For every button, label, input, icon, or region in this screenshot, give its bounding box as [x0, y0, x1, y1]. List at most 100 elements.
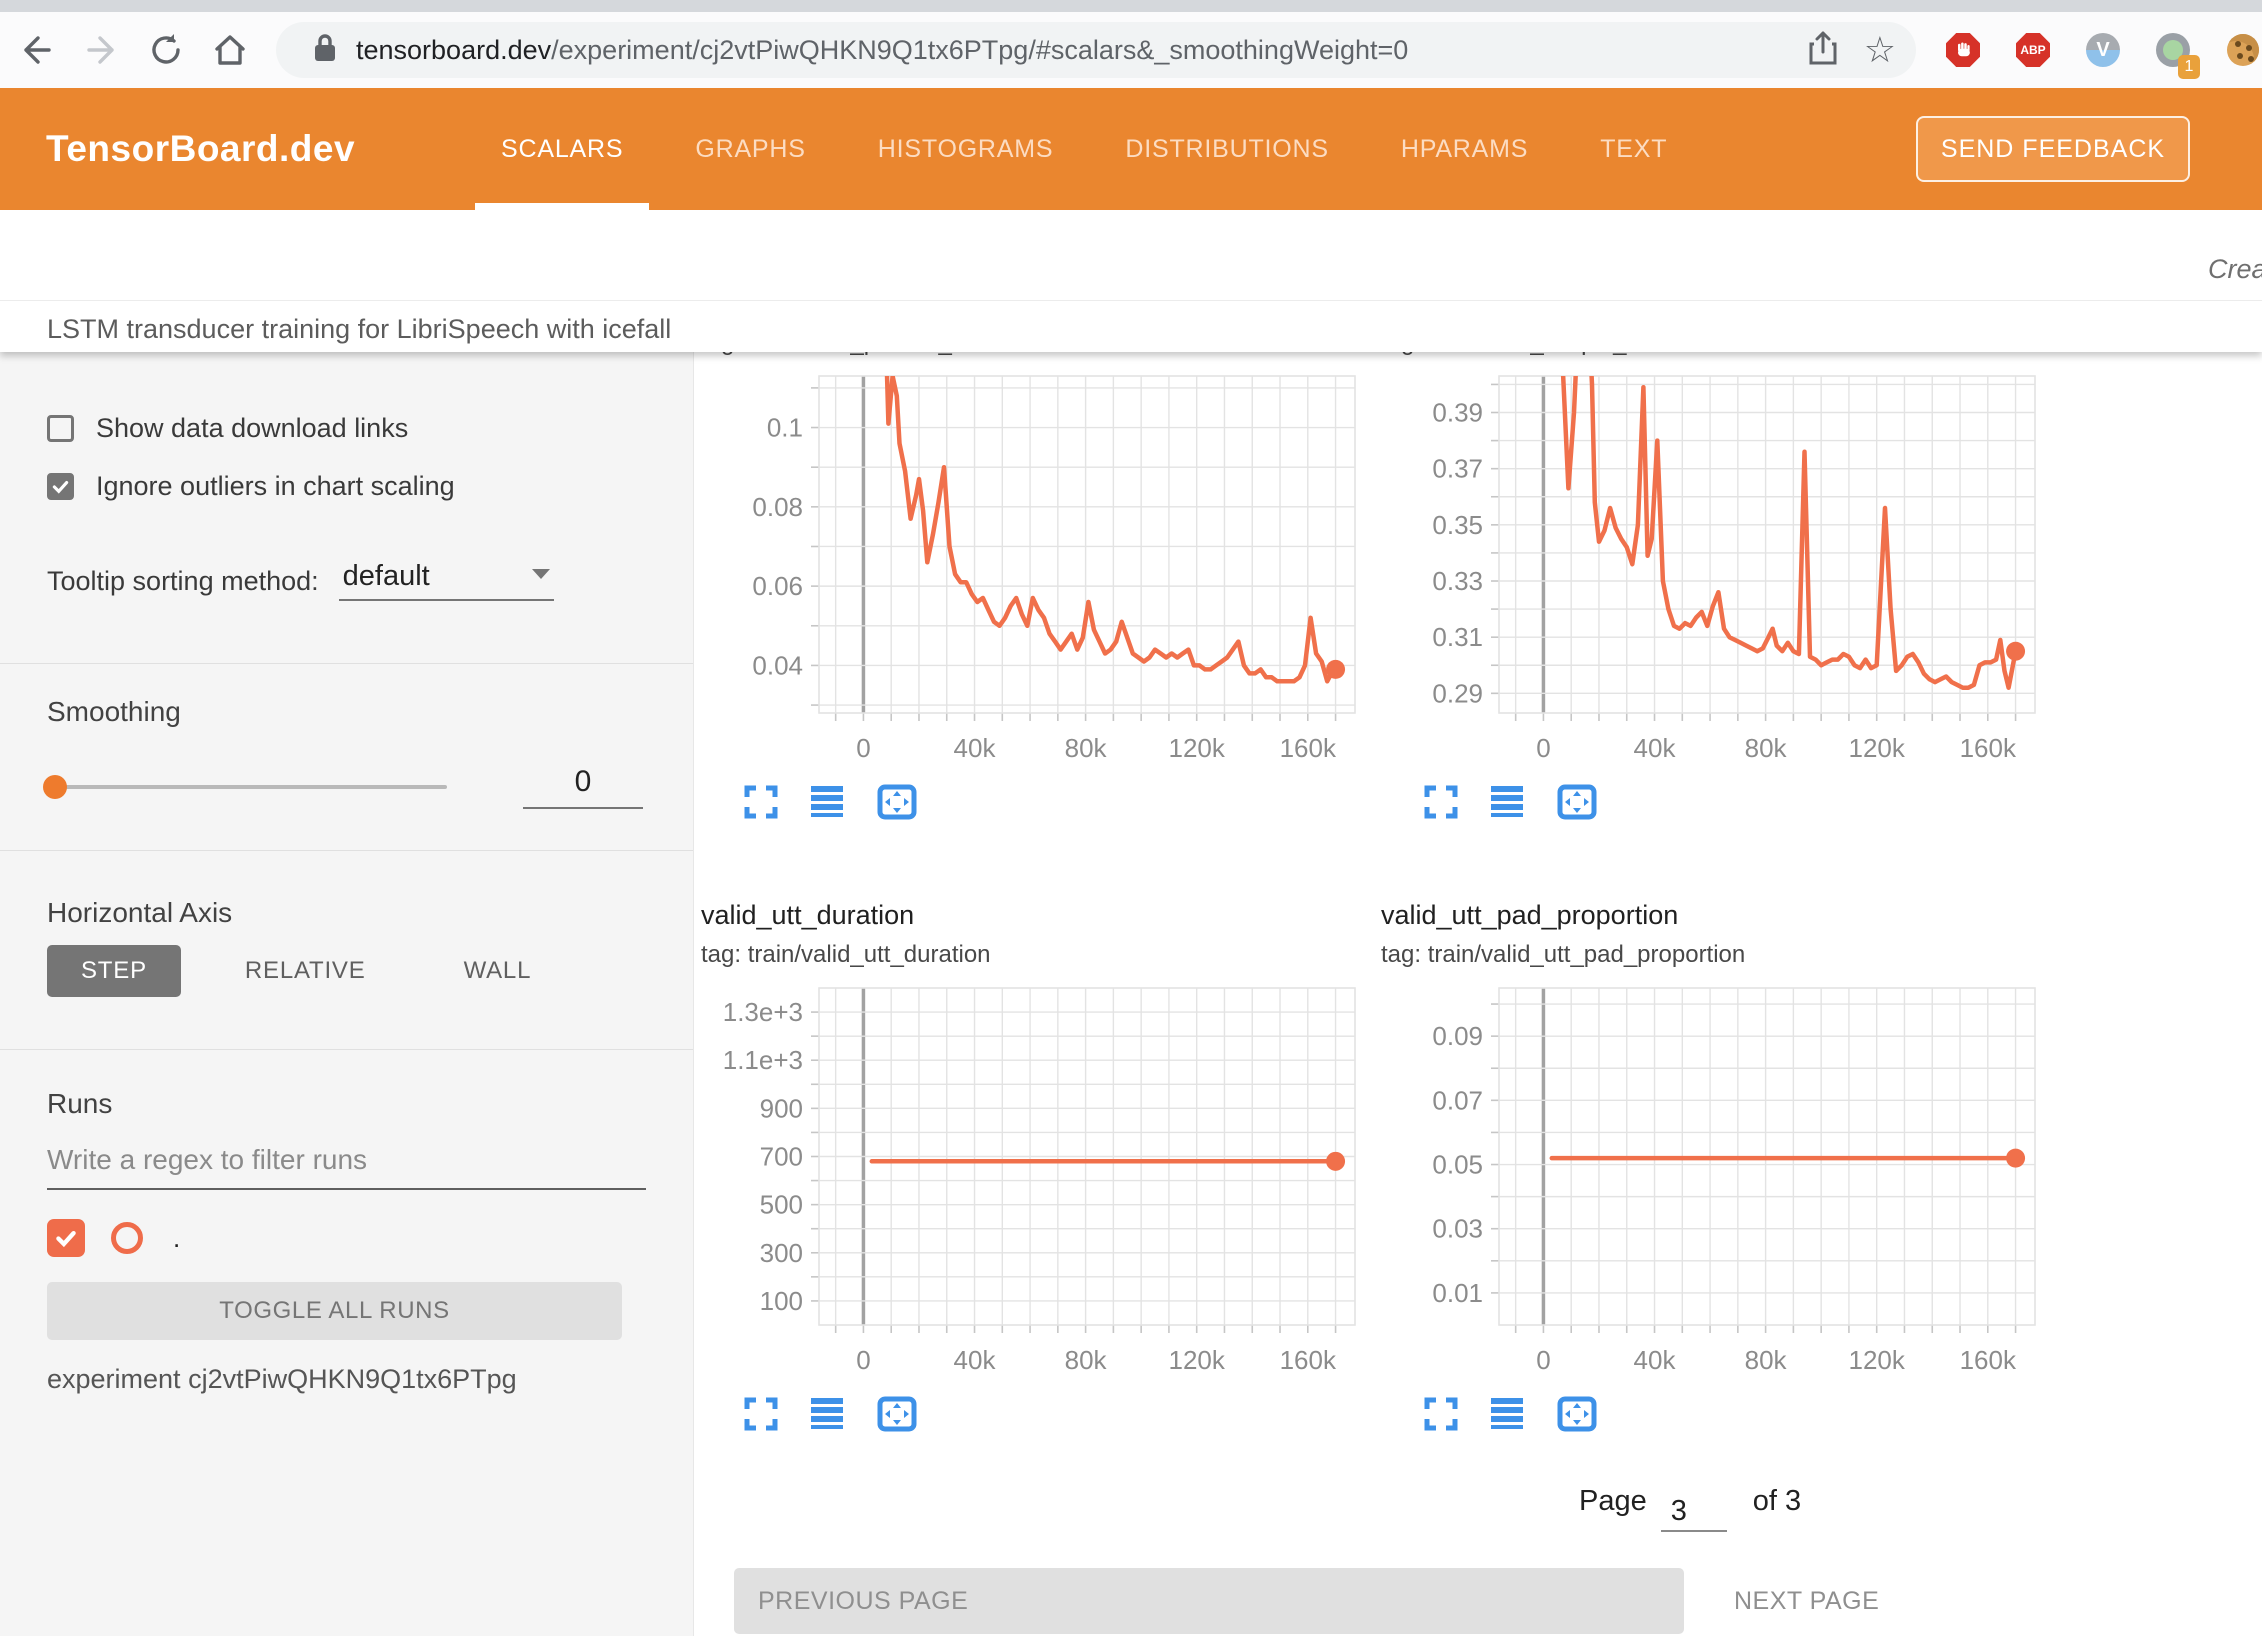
- url-bar[interactable]: tensorboard.dev/experiment/cj2vtPiwQHKN9…: [276, 22, 1916, 78]
- svg-text:80k: 80k: [1745, 733, 1788, 763]
- smoothing-label: Smoothing: [47, 696, 646, 728]
- chart-card-valid-utt-pad-proportion: valid_utt_pad_proportion tag: train/vali…: [1381, 898, 2041, 1436]
- browser-home-button[interactable]: [210, 30, 250, 70]
- chart-card-valid-pruned-loss: valid_pruned_loss tag: train/valid_prune…: [701, 352, 1361, 824]
- run-list-item[interactable]: .: [47, 1216, 646, 1260]
- axis-wall-button[interactable]: WALL: [430, 945, 566, 997]
- svg-text:1.3e+3: 1.3e+3: [723, 997, 803, 1027]
- pan-zoom-icon[interactable]: [1557, 784, 1597, 820]
- tab-text[interactable]: TEXT: [1564, 88, 1703, 210]
- axis-step-button[interactable]: STEP: [47, 945, 181, 997]
- chart-tag: tag: train/valid_utt_pad_proportion: [1381, 940, 2041, 970]
- chart-tag: tag: train/valid_pruned_loss: [701, 352, 1361, 358]
- svg-text:80k: 80k: [1745, 1345, 1788, 1375]
- svg-text:0.01: 0.01: [1432, 1278, 1483, 1308]
- cookie-extension-icon[interactable]: [2226, 33, 2260, 67]
- smoothing-value-input[interactable]: 0: [523, 765, 643, 809]
- sidebar-divider: [0, 663, 693, 664]
- charts-main-area: valid_pruned_loss tag: train/valid_prune…: [695, 352, 2262, 1636]
- svg-text:40k: 40k: [954, 1345, 997, 1375]
- svg-text:700: 700: [760, 1142, 803, 1172]
- svg-text:160k: 160k: [1960, 1345, 2017, 1375]
- horizontal-axis-label: Horizontal Axis: [47, 897, 646, 929]
- svg-text:0: 0: [1536, 1345, 1550, 1375]
- show-download-links-row[interactable]: Show data download links: [47, 408, 646, 448]
- tab-histograms[interactable]: HISTOGRAMS: [842, 88, 1090, 210]
- svg-text:160k: 160k: [1280, 733, 1337, 763]
- privacy-extension-icon[interactable]: 1: [2156, 33, 2190, 67]
- runs-filter-input[interactable]: [47, 1138, 646, 1190]
- chart-endpoint-dot: [2006, 642, 2025, 661]
- url-path: /experiment/cj2vtPiwQHKN9Q1tx6PTpg/#scal…: [551, 35, 1408, 65]
- expand-chart-icon[interactable]: [743, 1396, 779, 1432]
- pan-zoom-icon[interactable]: [877, 784, 917, 820]
- expand-chart-icon[interactable]: [1423, 784, 1459, 820]
- svg-text:100: 100: [760, 1286, 803, 1316]
- line-chart-valid-pruned-loss[interactable]: 0.040.060.080.1040k80k120k160k: [701, 368, 1361, 768]
- data-table-icon[interactable]: [1489, 1396, 1527, 1432]
- show-download-links-checkbox[interactable]: [47, 415, 74, 442]
- svg-text:0.33: 0.33: [1432, 566, 1483, 596]
- toggle-all-runs-button[interactable]: TOGGLE ALL RUNS: [47, 1282, 622, 1340]
- abp-extension-icon[interactable]: ABP: [2016, 33, 2050, 67]
- smoothing-slider[interactable]: [47, 785, 447, 789]
- ignore-outliers-label: Ignore outliers in chart scaling: [96, 471, 455, 502]
- stop-hand-extension-icon[interactable]: [1946, 33, 1980, 67]
- tooltip-sorting-dropdown[interactable]: default: [339, 560, 554, 601]
- vimium-extension-icon[interactable]: V: [2086, 33, 2120, 67]
- browser-window-top-strip: [0, 0, 2262, 12]
- line-chart-valid-simple-loss[interactable]: 0.290.310.330.350.370.39040k80k120k160k: [1381, 368, 2041, 768]
- run-checkbox[interactable]: [47, 1219, 85, 1257]
- line-chart-valid-utt-duration[interactable]: 1003005007009001.1e+31.3e+3040k80k120k16…: [701, 980, 1361, 1380]
- pan-zoom-icon[interactable]: [877, 1396, 917, 1432]
- tab-scalars[interactable]: SCALARS: [465, 88, 659, 210]
- axis-relative-button[interactable]: RELATIVE: [211, 945, 400, 997]
- chart-title: valid_utt_duration: [701, 898, 1361, 932]
- ignore-outliers-checkbox[interactable]: [47, 473, 74, 500]
- svg-text:0: 0: [1536, 733, 1550, 763]
- created-text: Crea: [2208, 254, 2262, 285]
- page-number-input[interactable]: 3: [1661, 1495, 1727, 1532]
- bookmark-star-icon[interactable]: ☆: [1864, 32, 1896, 68]
- tab-hparams[interactable]: HPARAMS: [1365, 88, 1564, 210]
- line-chart-valid-utt-pad-proportion[interactable]: 0.010.030.050.070.09040k80k120k160k: [1381, 980, 2041, 1380]
- svg-text:0.05: 0.05: [1432, 1150, 1483, 1180]
- browser-forward-button[interactable]: [82, 30, 122, 70]
- pan-zoom-icon[interactable]: [1557, 1396, 1597, 1432]
- data-table-icon[interactable]: [1489, 784, 1527, 820]
- check-icon: [50, 476, 71, 497]
- page-label: Page: [1579, 1485, 1647, 1524]
- browser-back-button[interactable]: [16, 30, 56, 70]
- main-tabs: SCALARS GRAPHS HISTOGRAMS DISTRIBUTIONS …: [465, 88, 1703, 210]
- horizontal-axis-options: STEP RELATIVE WALL: [47, 945, 646, 997]
- smoothing-slider-thumb[interactable]: [43, 775, 67, 799]
- ignore-outliers-row[interactable]: Ignore outliers in chart scaling: [47, 466, 646, 506]
- svg-text:0.29: 0.29: [1432, 678, 1483, 708]
- lock-icon[interactable]: [312, 33, 338, 68]
- share-icon[interactable]: [1808, 30, 1838, 71]
- svg-text:0.1: 0.1: [767, 413, 803, 443]
- previous-page-button[interactable]: PREVIOUS PAGE: [734, 1568, 1684, 1634]
- expand-chart-icon[interactable]: [1423, 1396, 1459, 1432]
- svg-text:0: 0: [856, 1345, 870, 1375]
- expand-chart-icon[interactable]: [743, 784, 779, 820]
- svg-text:0.07: 0.07: [1432, 1085, 1483, 1115]
- chevron-down-icon: [532, 569, 550, 579]
- tab-graphs[interactable]: GRAPHS: [659, 88, 841, 210]
- data-table-icon[interactable]: [809, 784, 847, 820]
- tab-distributions[interactable]: DISTRIBUTIONS: [1089, 88, 1364, 210]
- chart-tag: tag: train/valid_simple_loss: [1381, 352, 2041, 358]
- runs-label: Runs: [47, 1088, 646, 1120]
- chart-line: [1557, 368, 2015, 688]
- svg-text:0.08: 0.08: [752, 492, 803, 522]
- browser-reload-button[interactable]: [146, 30, 186, 70]
- send-feedback-button[interactable]: SEND FEEDBACK: [1916, 116, 2190, 182]
- chart-card-valid-simple-loss: valid_simple_loss tag: train/valid_simpl…: [1381, 352, 2041, 824]
- svg-text:120k: 120k: [1169, 733, 1226, 763]
- data-table-icon[interactable]: [809, 1396, 847, 1432]
- app-logo: TensorBoard.dev: [46, 128, 355, 170]
- chart-line: [886, 368, 1336, 681]
- svg-text:300: 300: [760, 1238, 803, 1268]
- next-page-button[interactable]: NEXT PAGE: [1720, 1568, 1893, 1634]
- run-color-swatch[interactable]: [111, 1222, 143, 1254]
